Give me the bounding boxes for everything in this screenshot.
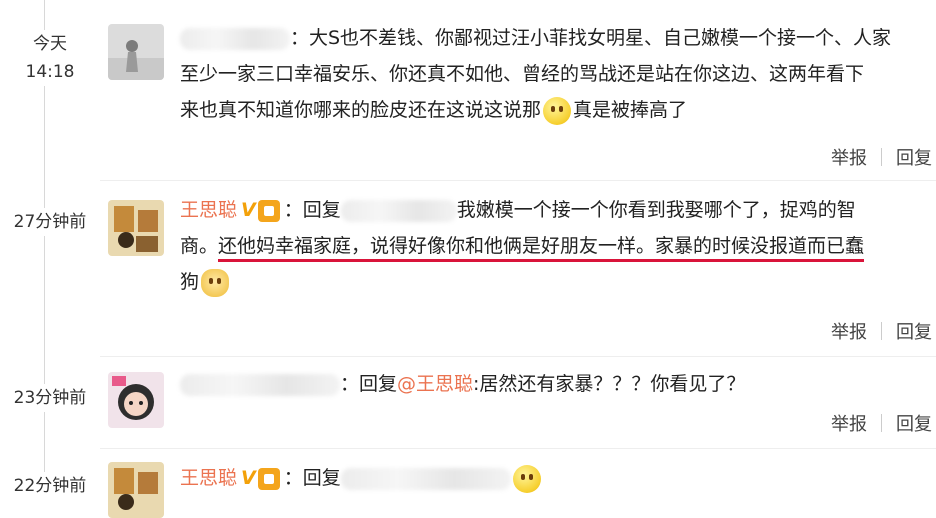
avatar[interactable] <box>108 200 164 256</box>
time-relative: 27分钟前 <box>13 212 87 232</box>
time-day: 今天 <box>33 34 67 54</box>
comment-text: 商。 <box>180 235 219 257</box>
member-badge-icon <box>257 467 280 490</box>
comment-text: 真是被捧高了 <box>573 99 688 121</box>
blurred-username <box>180 373 340 396</box>
comment-text: :居然还有家暴？？？你看见了？ <box>473 373 746 395</box>
divider <box>881 322 882 340</box>
username-link[interactable]: 王思聪 <box>180 199 237 221</box>
shocked-emoji-icon <box>512 464 541 493</box>
report-button[interactable]: 举报 <box>831 144 867 170</box>
comment-time: 今天 14:18 <box>0 30 100 86</box>
report-button[interactable]: 举报 <box>831 318 867 344</box>
blurred-username <box>340 199 457 222</box>
comment-time: 23分钟前 <box>0 384 100 412</box>
reply-button[interactable]: 回复 <box>896 144 932 170</box>
comment-text: 至少一家三口幸福安乐、你还真不如他、曾经的骂战还是站在你这边、这两年看下 <box>180 63 865 85</box>
comment-body: 王思聪 V ：回复 我嫩模一个接一个你看到我娶哪个了，捉鸡的智 商。还他妈幸福家庭，说… <box>180 192 920 300</box>
time-relative: 22分钟前 <box>13 476 87 496</box>
comment-actions: 举报 回复 <box>831 318 932 344</box>
reply-button[interactable]: 回复 <box>896 318 932 344</box>
time-clock: 14:18 <box>25 62 75 82</box>
divider <box>881 148 882 166</box>
smirk-emoji-icon <box>543 96 572 125</box>
comment-body: ：大S也不差钱、你鄙视过汪小菲找女明星、自己嫩模一个接一个、人家 至少一家三口幸… <box>180 20 920 128</box>
blurred-username <box>340 467 511 490</box>
avatar[interactable] <box>108 462 164 518</box>
username-link[interactable]: 王思聪 <box>180 467 237 489</box>
time-relative: 23分钟前 <box>13 388 87 408</box>
dog-emoji-icon <box>201 268 230 297</box>
reply-prefix: ：回复 <box>283 467 341 489</box>
comment-text: 来也真不知道你哪来的脸皮还在这说这说那 <box>180 99 542 121</box>
comment-actions: 举报 回复 <box>831 410 932 436</box>
divider <box>100 180 936 181</box>
divider <box>881 414 882 432</box>
highlighted-text: 还他妈幸福家庭，说得好像你和他俩是好朋友一样。家暴的时候没报道而已蠢 <box>218 235 865 262</box>
blurred-username <box>180 27 290 50</box>
verified-v-icon: V <box>241 199 256 221</box>
divider <box>100 448 936 449</box>
member-badge-icon <box>257 199 280 222</box>
reply-prefix: ：回复 <box>283 199 341 221</box>
report-button[interactable]: 举报 <box>831 410 867 436</box>
avatar[interactable] <box>108 372 164 428</box>
verified-v-icon: V <box>241 467 256 489</box>
mention-link[interactable]: @王思聪 <box>397 373 473 395</box>
comment-time: 27分钟前 <box>0 208 100 236</box>
reply-button[interactable]: 回复 <box>896 410 932 436</box>
comment-text: ：大S也不差钱、你鄙视过汪小菲找女明星、自己嫩模一个接一个、人家 <box>290 27 892 49</box>
comment-body: 王思聪 V ：回复 <box>180 460 920 496</box>
reply-prefix: ：回复 <box>340 373 398 395</box>
comment-text: 我嫩模一个接一个你看到我娶哪个了，捉鸡的智 <box>456 199 856 221</box>
divider <box>100 356 936 357</box>
avatar[interactable] <box>108 24 164 80</box>
comment-body: ：回复@王思聪:居然还有家暴？？？你看见了？ <box>180 366 920 402</box>
comment-text: 狗 <box>180 271 200 293</box>
comment-actions: 举报 回复 <box>831 144 932 170</box>
comment-time: 22分钟前 <box>0 472 100 500</box>
